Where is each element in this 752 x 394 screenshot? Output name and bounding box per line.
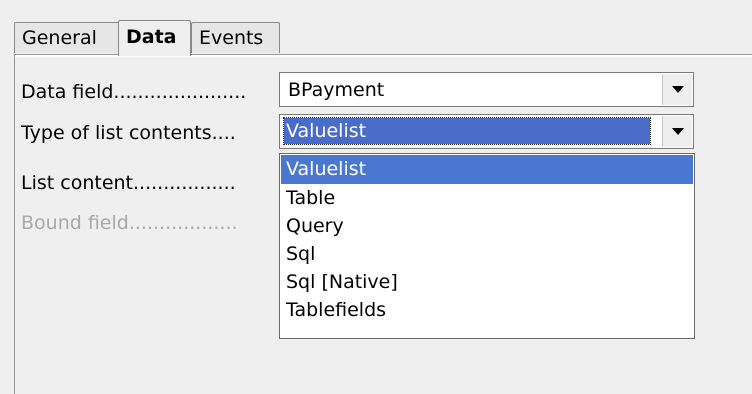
type-of-list-contents-value: Valuelist (283, 117, 651, 145)
dropdown-option-valuelist[interactable]: Valuelist (281, 155, 693, 184)
tab-panel-left-border (14, 55, 15, 394)
data-field-combo[interactable]: BPayment (279, 72, 694, 107)
tab-general[interactable]: General (14, 22, 120, 53)
list-type-dropdown[interactable]: Valuelist Table Query Sql Sql [Native] T… (279, 153, 695, 339)
list-content-label: List content................. (21, 172, 236, 194)
data-field-label: Data field...................... (21, 81, 247, 103)
dropdown-option-sql-native[interactable]: Sql [Native] (280, 268, 694, 296)
dropdown-option-tablefields[interactable]: Tablefields (280, 296, 694, 324)
tab-data[interactable]: Data (118, 20, 191, 56)
dropdown-option-sql[interactable]: Sql (280, 240, 694, 268)
dropdown-option-table[interactable]: Table (280, 184, 694, 212)
tab-events[interactable]: Events (191, 22, 280, 53)
type-of-list-contents-combo[interactable]: Valuelist (279, 114, 694, 149)
chevron-down-icon (671, 128, 684, 135)
dropdown-option-query[interactable]: Query (280, 212, 694, 240)
type-of-list-contents-dropdown-button[interactable] (662, 116, 692, 147)
type-of-list-contents-label: Type of list contents.... (21, 122, 236, 144)
chevron-down-icon (671, 86, 684, 93)
bound-field-label: Bound field.................. (21, 212, 238, 234)
data-field-dropdown-button[interactable] (662, 74, 692, 105)
data-field-value: BPayment (288, 79, 385, 101)
